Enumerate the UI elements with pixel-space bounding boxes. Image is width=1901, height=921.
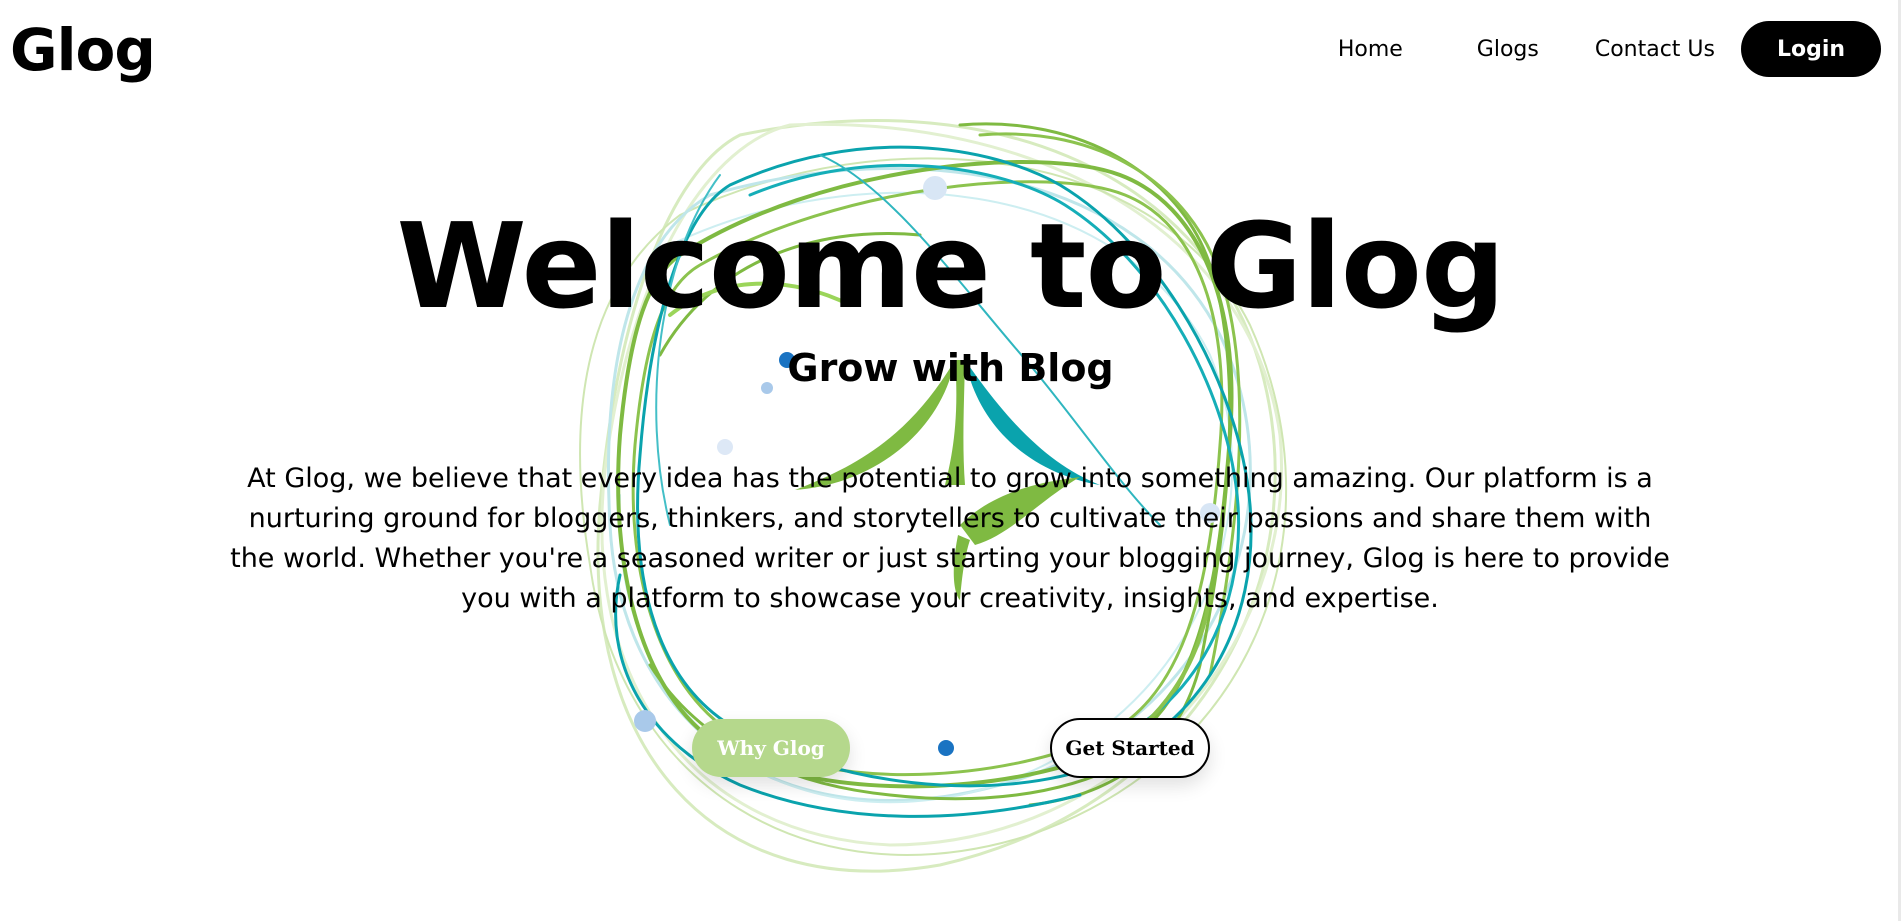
hero-subtitle: Grow with Blog xyxy=(787,346,1114,390)
hero-title: Welcome to Glog xyxy=(396,197,1506,335)
nav-glogs-link[interactable]: Glogs xyxy=(1473,37,1543,62)
main-nav: Home Glogs Contact Us Login xyxy=(1334,21,1881,77)
login-button[interactable]: Login xyxy=(1741,21,1881,77)
nav-home-link[interactable]: Home xyxy=(1334,37,1407,62)
nav-contact-link[interactable]: Contact Us xyxy=(1591,37,1719,62)
page: Glog Home Glogs Contact Us Login Welcome… xyxy=(0,0,1901,921)
hero-description: At Glog, we believe that every idea has … xyxy=(230,463,1670,614)
site-logo[interactable]: Glog xyxy=(10,14,156,86)
why-glog-button[interactable]: Why Glog xyxy=(692,719,850,777)
get-started-button[interactable]: Get Started xyxy=(1050,718,1210,778)
